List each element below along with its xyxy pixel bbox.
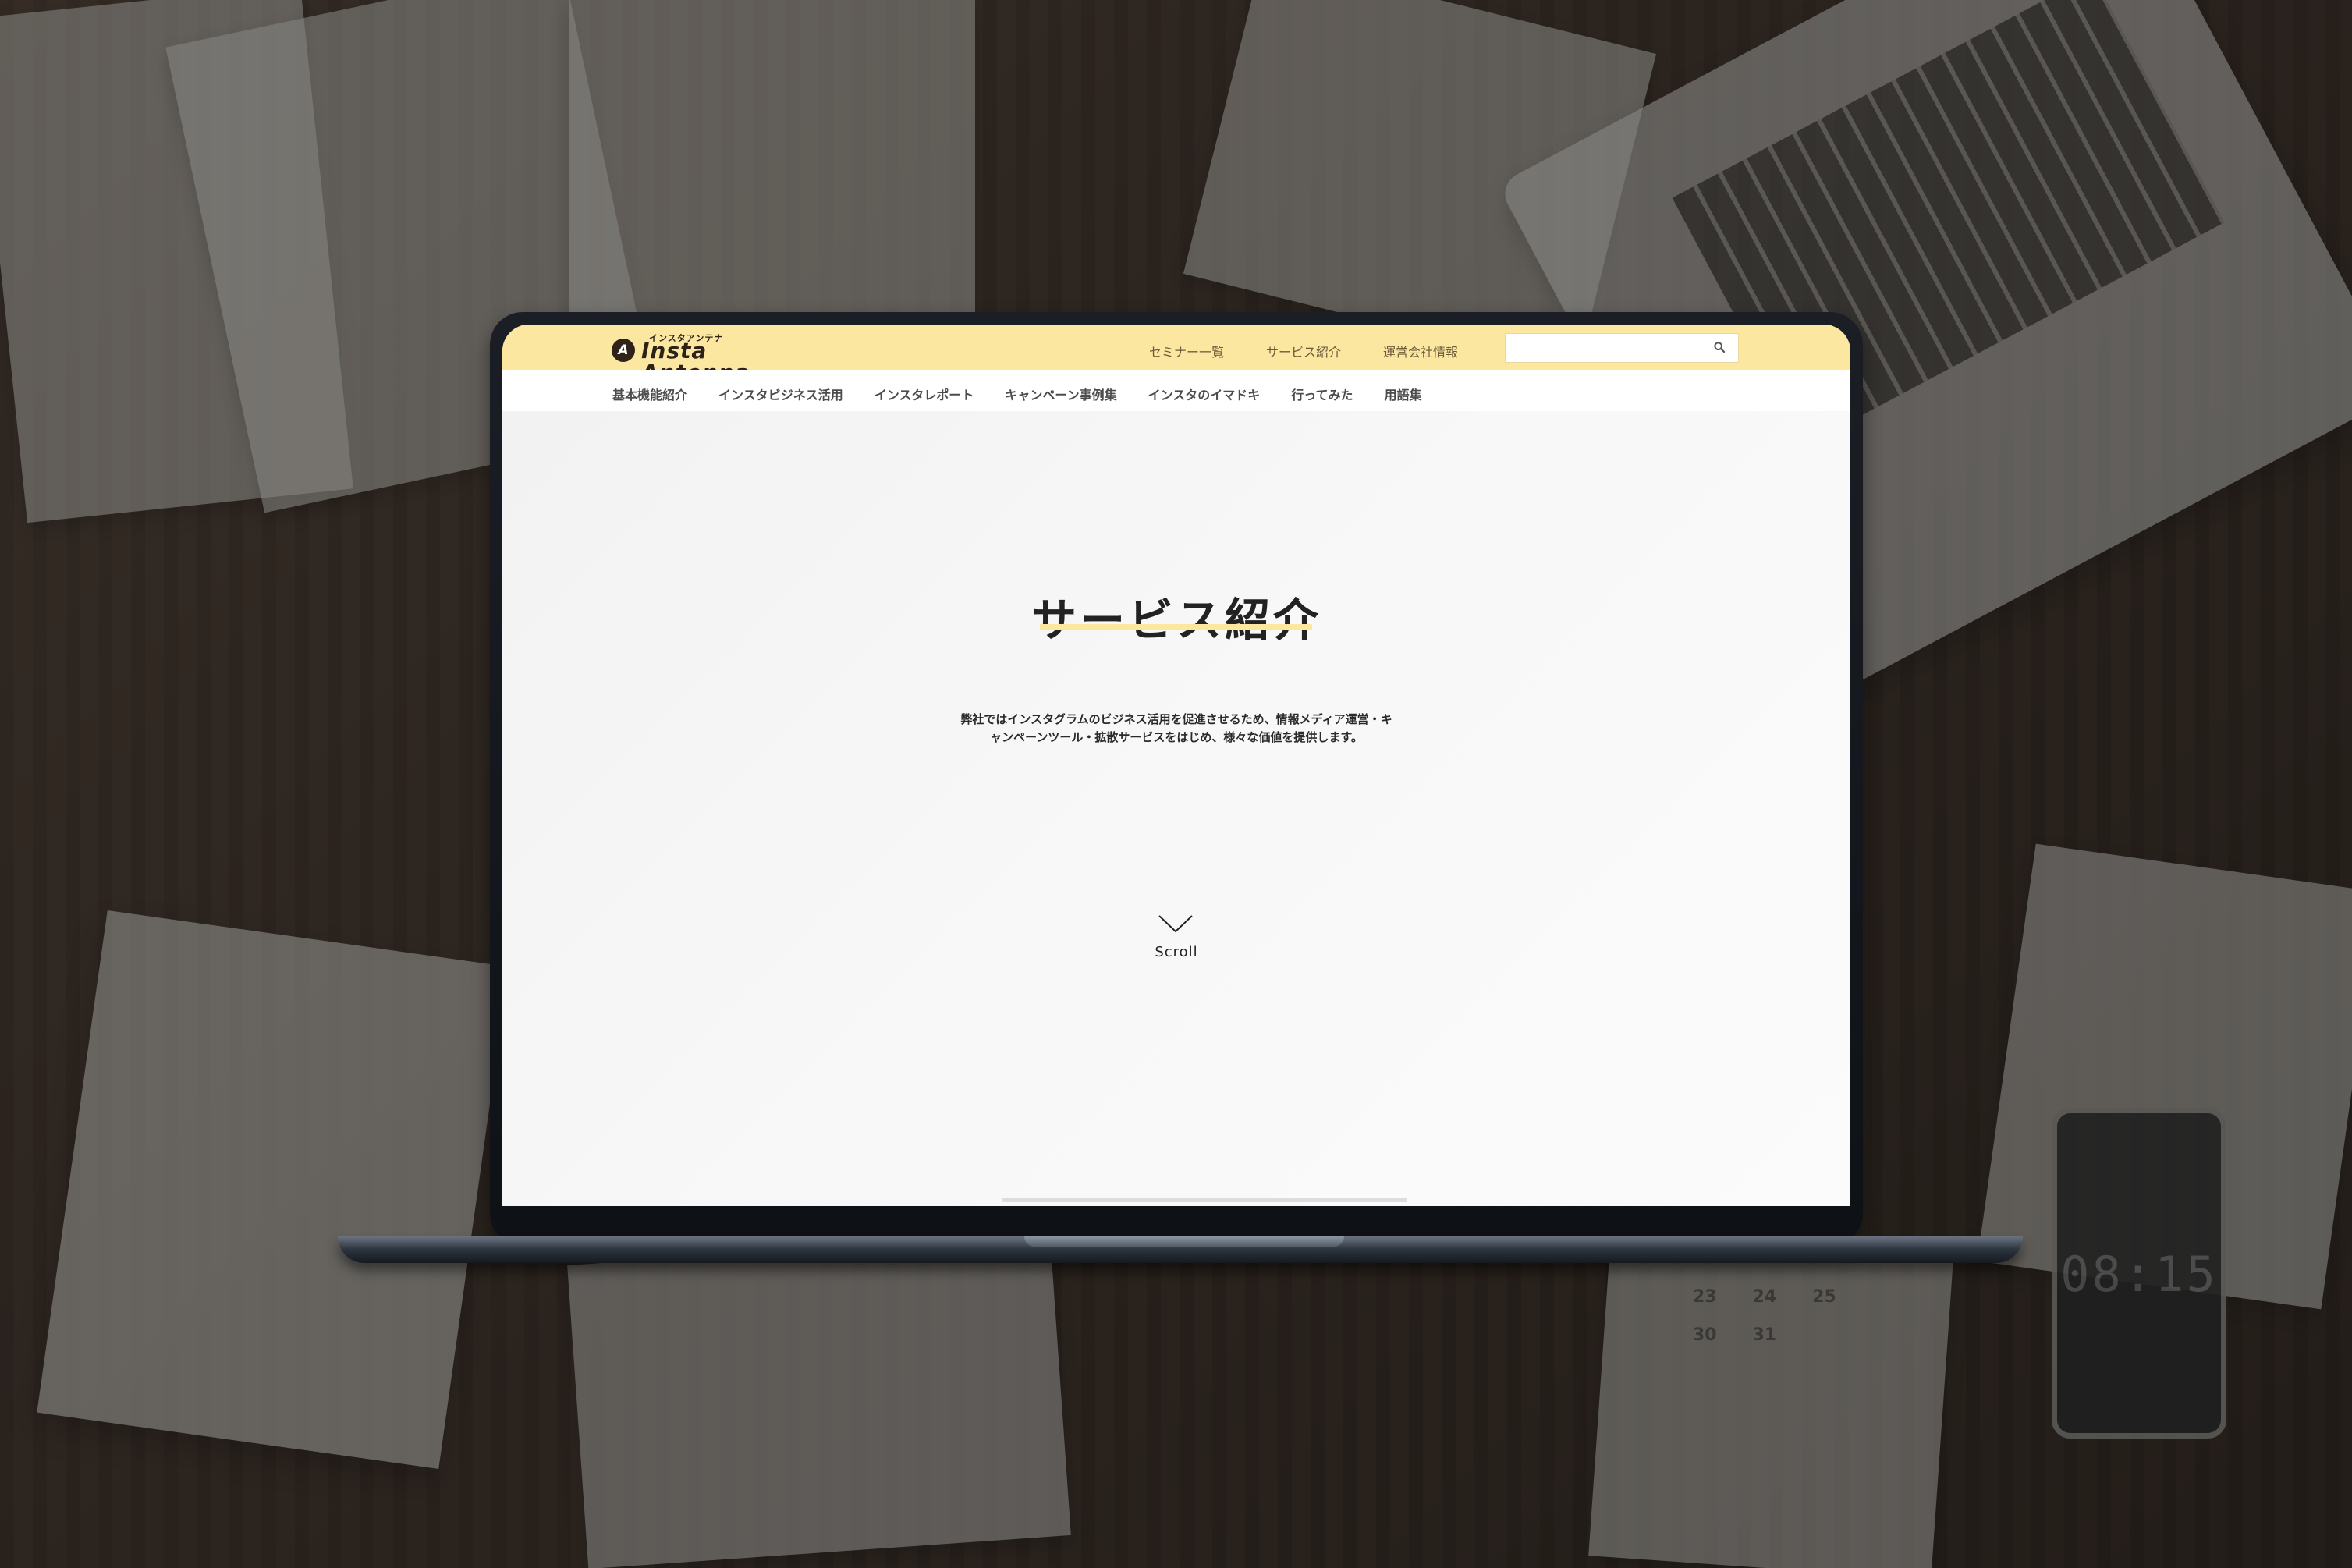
top-navigation: セミナー一覧 サービス紹介 運営会社情報	[1149, 342, 1458, 360]
category-insta-report[interactable]: インスタレポート	[874, 385, 974, 403]
laptop-screen-frame: A インスタアンテナ Insta Antenna セミナー一覧 サービス紹介 運…	[490, 312, 1863, 1246]
category-basic-features[interactable]: 基本機能紹介	[612, 385, 687, 403]
nav-company-info[interactable]: 運営会社情報	[1383, 342, 1458, 360]
nav-seminar-list[interactable]: セミナー一覧	[1149, 342, 1224, 360]
website-screen: A インスタアンテナ Insta Antenna セミナー一覧 サービス紹介 運…	[502, 325, 1850, 1206]
search-input[interactable]	[1506, 334, 1701, 362]
laptop-base	[338, 1236, 2023, 1263]
category-nav-items: 基本機能紹介 インスタビジネス活用 インスタレポート キャンペーン事例集 インス…	[612, 385, 1422, 403]
mockup-stage: 23 24 25 30 31 08:15 A インスタアンテナ Insta An…	[0, 0, 2352, 1568]
site-header: A インスタアンテナ Insta Antenna セミナー一覧 サービス紹介 運…	[502, 325, 1850, 384]
page-title: サービス紹介	[1031, 593, 1321, 647]
search-icon[interactable]	[1713, 341, 1726, 353]
bottom-scroll-indicator	[1002, 1198, 1407, 1202]
category-visited[interactable]: 行ってみた	[1291, 385, 1353, 403]
category-business-use[interactable]: インスタビジネス活用	[718, 385, 843, 403]
chevron-down-icon[interactable]	[1158, 914, 1194, 935]
main-content: サービス紹介 弊社ではインスタグラムのビジネス活用を促進させるため、情報メディア…	[502, 411, 1850, 1206]
laptop-opening-notch	[1024, 1236, 1344, 1247]
category-campaign-cases[interactable]: キャンペーン事例集	[1005, 385, 1116, 403]
laptop-mockup: A インスタアンテナ Insta Antenna セミナー一覧 サービス紹介 運…	[338, 312, 2023, 1263]
search-box	[1505, 333, 1739, 363]
service-introduction-text: 弊社ではインスタグラムのビジネス活用を促進させるため、情報メディア運営・キ ャン…	[939, 711, 1414, 747]
intro-line: ャンペーンツール・拡散サービスをはじめ、様々な価値を提供します。	[990, 730, 1363, 744]
nav-service-intro[interactable]: サービス紹介	[1266, 342, 1341, 360]
page-title-underline	[1040, 624, 1312, 630]
category-navigation: 基本機能紹介 インスタビジネス活用 インスタレポート キャンペーン事例集 インス…	[502, 370, 1850, 412]
insta-antenna-logo[interactable]: A インスタアンテナ Insta Antenna	[612, 331, 814, 384]
category-insta-trends[interactable]: インスタのイマドキ	[1148, 385, 1261, 403]
category-glossary[interactable]: 用語集	[1384, 385, 1421, 403]
intro-line: 弊社ではインスタグラムのビジネス活用を促進させるため、情報メディア運営・キ	[960, 712, 1392, 726]
antenna-logo-icon: A	[612, 339, 635, 362]
scroll-label[interactable]: Scroll	[502, 944, 1850, 960]
